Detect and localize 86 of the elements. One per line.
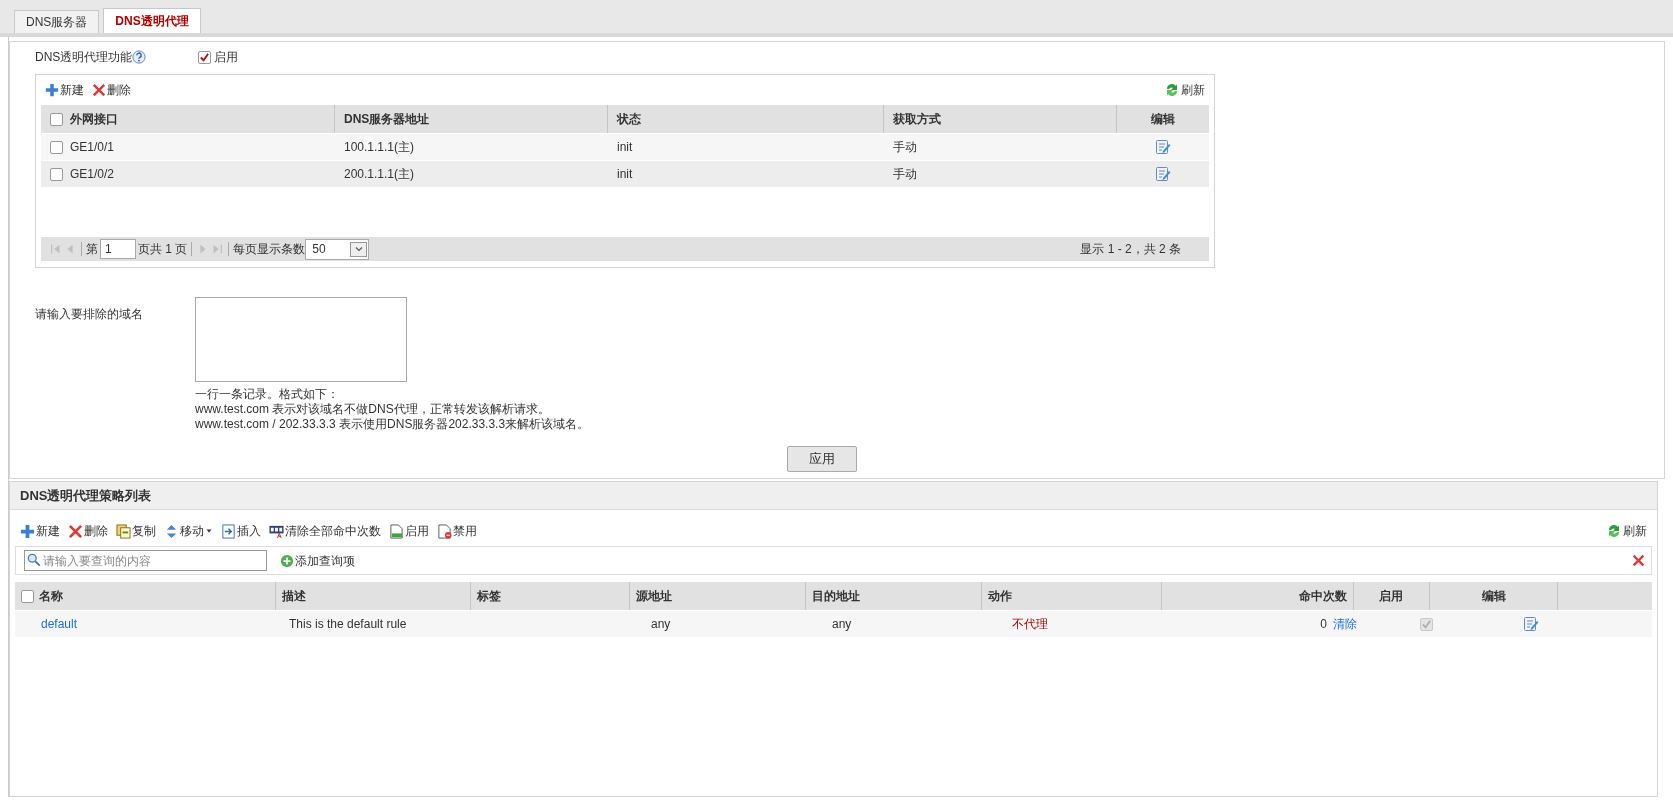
checkbox[interactable]	[50, 112, 63, 126]
checkbox[interactable]	[1419, 617, 1433, 631]
toolbar-button[interactable]: 清除全部命中次数	[269, 522, 381, 540]
column-header: 启用	[1379, 588, 1404, 605]
insert-icon	[221, 523, 236, 539]
table-cell-text: init	[617, 139, 633, 156]
field-label: 请输入要排除的域名	[35, 306, 144, 323]
caret-icon	[205, 527, 213, 535]
hint-text: www.test.com 表示对该域名不做DNS代理，正常转发该解析请求。	[195, 402, 551, 417]
table-cell-text: 0	[1320, 616, 1327, 633]
column-header: 描述	[282, 588, 307, 605]
hint-text: www.test.com / 202.33.3.3 表示使用DNS服务器202.33.3.3来解析该域名。	[195, 417, 590, 432]
section-title: DNS透明代理策略列表	[10, 482, 1657, 510]
edit-icon[interactable]	[1523, 616, 1539, 632]
table-cell: 不代理	[1012, 617, 1048, 631]
edit-icon[interactable]	[1155, 166, 1171, 182]
refresh-button[interactable]: 刷新	[1164, 81, 1205, 99]
toolbar-button[interactable]: 删除	[92, 81, 131, 99]
edit-icon[interactable]	[1155, 139, 1171, 155]
toolbar-button[interactable]: 插入	[221, 522, 261, 540]
toolbar-button[interactable]: 新建	[45, 81, 84, 99]
clear-link[interactable]: 清除	[1333, 615, 1357, 633]
column-header: 源地址	[635, 588, 672, 605]
table-cell-text: init	[617, 166, 633, 183]
column-header: 编辑	[1151, 111, 1175, 128]
close-icon[interactable]	[1632, 554, 1645, 567]
refresh-button[interactable]: 刷新	[1606, 522, 1647, 540]
toolbar-button[interactable]: 复制	[116, 522, 156, 540]
help-icon[interactable]	[132, 50, 147, 64]
up-down-arrows-icon	[164, 523, 179, 539]
add-query-button[interactable]: 添加查询项	[280, 551, 355, 570]
document-check-icon	[389, 523, 404, 539]
checkbox[interactable]	[50, 140, 63, 154]
document-minus-icon	[437, 523, 452, 539]
table-cell: any	[651, 617, 671, 631]
pagination-label: 每页显示条数	[233, 241, 306, 258]
column-header: 状态	[617, 111, 641, 128]
tab[interactable]: DNS透明代理	[103, 8, 201, 33]
checkbox-label: 启用	[214, 49, 238, 66]
pagination-summary: 显示 1 - 2，共 2 条	[1080, 241, 1181, 258]
checkbox[interactable]	[198, 50, 211, 64]
checkbox[interactable]	[50, 167, 63, 181]
toolbar-button[interactable]: 新建	[20, 522, 60, 540]
counter-icon	[269, 523, 284, 539]
table-cell-text: 100.1.1.1(主)	[344, 139, 415, 156]
toolbar-button[interactable]: 删除	[68, 522, 108, 540]
table-cell: any	[832, 617, 852, 631]
toolbar-button[interactable]: 禁用	[437, 522, 477, 540]
refresh-icon	[1606, 523, 1622, 539]
tab[interactable]: DNS服务器	[14, 10, 100, 33]
column-header: 命中次数	[1298, 588, 1347, 605]
rule-name-link[interactable]: default	[41, 617, 78, 631]
domain-textarea[interactable]	[195, 297, 407, 382]
delete-icon	[92, 83, 106, 97]
toolbar-button[interactable]: 移动	[164, 522, 213, 540]
table-cell-text: 手动	[893, 166, 917, 183]
copy-icon	[116, 523, 131, 539]
refresh-icon	[1164, 82, 1180, 98]
search-icon	[27, 553, 41, 567]
plus-icon	[20, 523, 35, 539]
table-cell-text: 手动	[893, 139, 917, 156]
column-header: 目的地址	[812, 588, 861, 605]
column-header: 获取方式	[893, 111, 941, 128]
field-label: DNS透明代理功能	[35, 49, 133, 66]
toolbar-button[interactable]: 启用	[389, 522, 429, 540]
column-header: DNS服务器地址	[344, 111, 430, 128]
apply-button[interactable]: 应用	[787, 446, 857, 472]
table-cell-text: GE1/0/2	[70, 166, 115, 183]
plus-icon	[45, 83, 59, 97]
column-header: 外网接口	[70, 111, 118, 128]
add-circle-icon	[280, 553, 294, 568]
pagination-label: 第	[86, 241, 98, 258]
page-input[interactable]: 1	[100, 239, 136, 259]
column-header: 编辑	[1481, 588, 1506, 605]
table-cell-text: GE1/0/1	[70, 139, 115, 156]
column-header: 名称	[39, 588, 63, 605]
table-cell-text: 200.1.1.1(主)	[344, 166, 415, 183]
search-field[interactable]: 请输入要查询的内容	[24, 550, 267, 571]
column-header: 动作	[987, 588, 1012, 605]
hint-text: 一行一条记录。格式如下：	[195, 387, 340, 402]
page-size-select[interactable]: 50	[305, 238, 370, 260]
column-header: 标签	[476, 588, 501, 605]
pagination-label: 页共 1 页	[138, 241, 188, 258]
table-cell: This is the default rule	[289, 617, 407, 631]
checkbox[interactable]	[21, 589, 34, 603]
delete-icon	[68, 523, 83, 539]
